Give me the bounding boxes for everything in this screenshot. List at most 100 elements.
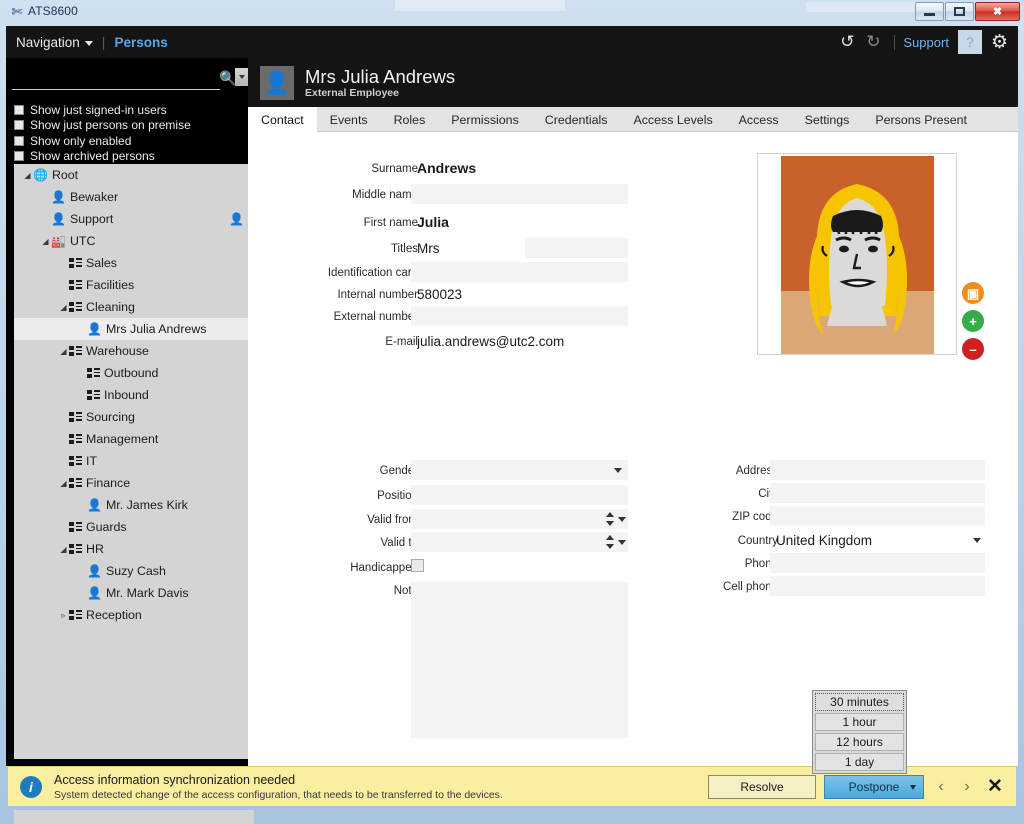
undo-icon[interactable]: ↺ [834,29,860,55]
tab-credentials[interactable]: Credentials [532,107,621,132]
titles-field[interactable] [411,238,521,258]
filter-row[interactable]: Show archived persons [14,149,248,165]
phone-field[interactable] [770,553,985,573]
breadcrumb[interactable]: Persons [114,35,167,50]
filter-row[interactable]: Show just persons on premise [14,118,248,134]
tree-item-root[interactable]: ◢ 🌐 Root [14,164,248,186]
stepper-up-icon [606,535,614,540]
titles-suffix-field[interactable] [525,238,628,258]
expander-expanded-icon[interactable]: ◢ [58,479,69,488]
tab-permissions[interactable]: Permissions [438,107,531,132]
tree-item-mr-james-kirk[interactable]: 👤 Mr. James Kirk [14,494,248,516]
cell-phone-field[interactable] [770,576,985,596]
tree-item-hr[interactable]: ◢ HR [14,538,248,560]
tree-item-sales[interactable]: Sales [14,252,248,274]
country-chevron-down-icon[interactable] [973,538,981,543]
postpone-option-30-minutes[interactable]: 30 minutes [815,693,904,711]
tab-events[interactable]: Events [317,107,381,132]
address-field[interactable] [770,460,985,480]
filter-row[interactable]: Show just signed-in users [14,102,248,118]
expander-expanded-icon[interactable]: ◢ [22,171,33,180]
city-field[interactable] [770,483,985,503]
valid-from-field[interactable] [411,509,628,529]
postpone-button[interactable]: Postpone [824,774,924,799]
chevron-down-icon[interactable] [614,468,622,473]
tree-item-it[interactable]: IT [14,450,248,472]
valid-to-field[interactable] [411,532,628,552]
tree-item-inbound[interactable]: Inbound [14,384,248,406]
postpone-option-12-hours[interactable]: 12 hours [815,733,904,751]
tree-item-mr-mark-davis[interactable]: 👤 Mr. Mark Davis [14,582,248,604]
tab-settings[interactable]: Settings [792,107,863,132]
internal-number-field[interactable] [411,284,628,304]
gender-select[interactable] [411,460,628,480]
note-textarea[interactable] [411,582,628,738]
tab-access-levels[interactable]: Access Levels [620,107,725,132]
close-button[interactable]: ✖ [975,2,1020,21]
tree-item-facilities[interactable]: Facilities [14,274,248,296]
valid-from-stepper[interactable] [606,511,615,527]
valid-to-stepper[interactable] [606,534,615,550]
expander-expanded-icon[interactable]: ◢ [58,347,69,356]
add-icon[interactable]: + [962,310,984,332]
expander-collapsed-icon[interactable]: ▹ [58,611,69,620]
tree-item-guards[interactable]: Guards [14,516,248,538]
first-name-field[interactable] [411,212,628,232]
postpone-option-1-hour[interactable]: 1 hour [815,713,904,731]
country-select[interactable] [770,530,985,550]
tree-item-finance[interactable]: ◢ Finance [14,472,248,494]
postpone-option-1-day[interactable]: 1 day [815,753,904,771]
tree-item-suzy-cash[interactable]: 👤 Suzy Cash [14,560,248,582]
tree-item-management[interactable]: Management [14,428,248,450]
minimize-button[interactable] [915,2,944,21]
expander-expanded-icon[interactable]: ◢ [58,303,69,312]
filter-row[interactable]: Show only enabled [14,133,248,149]
camera-icon[interactable]: ▣ [962,282,984,304]
remove-icon[interactable]: – [962,338,984,360]
checkbox-icon[interactable] [14,151,24,162]
expander-expanded-icon[interactable]: ◢ [40,237,51,246]
next-notification-button[interactable]: › [958,778,976,796]
gear-icon[interactable]: ⚙ [991,31,1008,54]
tree-item-sourcing[interactable]: Sourcing [14,406,248,428]
tree-item-support[interactable]: 👤 Support 👤 [14,208,248,230]
tree-item-outbound[interactable]: Outbound [14,362,248,384]
checkbox-icon[interactable] [14,120,24,131]
external-number-field[interactable] [411,306,628,326]
tree-item-cleaning[interactable]: ◢ Cleaning [14,296,248,318]
search-input[interactable] [12,66,220,90]
tab-persons-present[interactable]: Persons Present [862,107,980,132]
previous-notification-button[interactable]: ‹ [932,778,950,796]
maximize-button[interactable] [945,2,974,21]
tree-item-bewaker[interactable]: 👤 Bewaker [14,186,248,208]
checkbox-icon[interactable] [14,135,24,146]
tree-item-utc[interactable]: ◢ 🏭 UTC [14,230,248,252]
person-tree[interactable]: ◢ 🌐 Root 👤 Bewaker 👤 Support 👤 ◢ 🏭 UTC Sales Facilit… [14,164,248,759]
support-link[interactable]: Support [903,35,949,50]
person-photo[interactable] [781,156,934,354]
email-field[interactable] [411,331,628,351]
checkbox-icon[interactable] [14,104,24,115]
valid-to-calendar-chevron-down-icon[interactable] [618,540,626,545]
middle-name-field[interactable] [411,184,628,204]
identification-card-field[interactable] [411,262,628,282]
close-notification-button[interactable]: ✕ [984,775,1006,798]
navigation-menu-button[interactable]: Navigation [16,35,93,50]
tab-roles[interactable]: Roles [381,107,439,132]
search-options-button[interactable] [235,68,248,86]
tab-access[interactable]: Access [726,107,792,132]
tree-item-reception[interactable]: ▹ Reception [14,604,248,626]
expander-expanded-icon[interactable]: ◢ [58,545,69,554]
position-field[interactable] [411,485,628,505]
surname-field[interactable] [411,158,628,178]
tree-item-mrs-julia-andrews[interactable]: 👤 Mrs Julia Andrews [14,318,248,340]
search-icon[interactable]: 🔍 [219,70,236,87]
valid-from-calendar-chevron-down-icon[interactable] [618,517,626,522]
tree-item-warehouse[interactable]: ◢ Warehouse [14,340,248,362]
zip-code-field[interactable] [770,506,985,526]
redo-icon[interactable]: ↻ [860,29,886,55]
resolve-button[interactable]: Resolve [708,774,816,799]
handicapped-checkbox[interactable] [411,559,424,572]
tab-contact[interactable]: Contact [248,107,317,132]
help-button[interactable]: ? [957,30,982,54]
